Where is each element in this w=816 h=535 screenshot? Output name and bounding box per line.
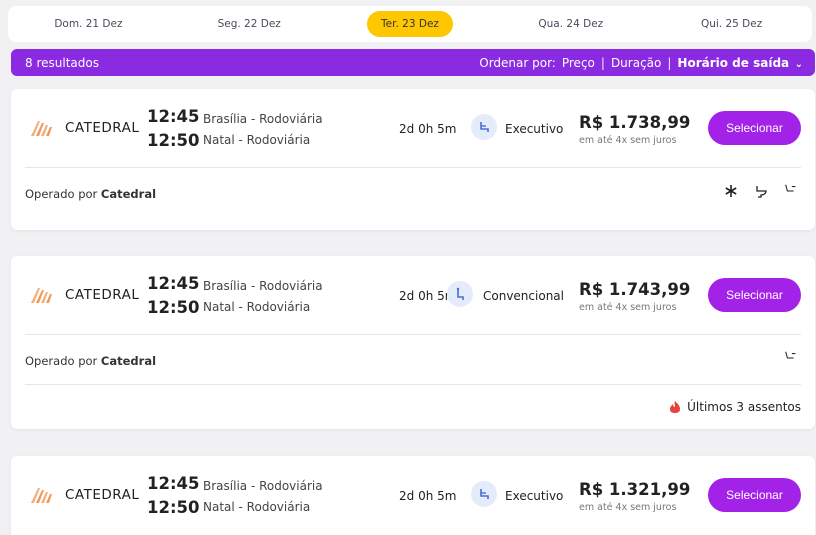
results-bar: 8 resultados Ordenar por: Preço | Duraçã… (11, 49, 815, 76)
trip-times: 12:45 12:50 (147, 472, 200, 520)
operated-prefix: Operado por (25, 354, 98, 368)
operator-name: Catedral (100, 187, 157, 201)
operated-prefix: Operado por (25, 187, 98, 201)
trip-card: CATEDRAL 12:45 12:50 Brasília - Rodoviár… (11, 89, 815, 230)
amenities (723, 183, 799, 199)
divider (25, 384, 801, 385)
date-tab-thu[interactable]: Qui. 25 Dez (651, 6, 812, 42)
origin-station: Brasília - Rodoviária (203, 112, 323, 126)
price-block: R$ 1.738,99 em até 4x sem juros (579, 113, 690, 146)
date-selector: Dom. 21 Dez Seg. 22 Dez Ter. 23 Dez Qua.… (8, 6, 812, 42)
installments-text: em até 4x sem juros (579, 502, 677, 513)
chevron-down-icon: ⌄ (791, 58, 803, 70)
date-tab-mon[interactable]: Seg. 22 Dez (169, 6, 330, 42)
sort-separator: | (600, 55, 605, 70)
sort-options: Ordenar por: Preço | Duração | Horário d… (479, 56, 803, 70)
trip-times: 12:45 12:50 (147, 272, 200, 320)
date-tab-label: Dom. 21 Dez (54, 18, 123, 30)
select-button[interactable]: Selecionar (708, 278, 801, 312)
trip-stations: Brasília - Rodoviária Natal - Rodoviária (203, 109, 323, 151)
arrival-time: 12:50 (147, 498, 200, 517)
last-seats-alert: Últimos 3 assentos (669, 400, 801, 414)
price-block: R$ 1.743,99 em até 4x sem juros (579, 280, 690, 313)
seat-class: Convencional (483, 289, 564, 303)
operated-by: Operado por Catedral (25, 187, 156, 201)
catedral-logo-icon (31, 121, 52, 136)
operator-name: Catedral (100, 354, 157, 368)
company-name: CATEDRAL (65, 287, 140, 303)
date-tab-label: Qui. 25 Dez (700, 18, 763, 30)
departure-time: 12:45 (147, 274, 200, 293)
arrival-time: 12:50 (147, 131, 200, 150)
departure-time: 12:45 (147, 474, 200, 493)
sort-departure-label: Horário de saída (677, 55, 790, 70)
company-logo: CATEDRAL (29, 286, 139, 304)
snowflake-icon (723, 183, 739, 199)
sort-price-link[interactable]: Preço (562, 56, 595, 70)
seat-recline-icon (783, 350, 799, 366)
operated-by: Operado por Catedral (25, 354, 156, 368)
origin-station: Brasília - Rodoviária (203, 479, 323, 493)
seat-icon (471, 114, 497, 140)
trip-duration: 2d 0h 5m (399, 122, 457, 136)
sort-prefix: Ordenar por: (479, 55, 556, 70)
date-tab-label: Qua. 24 Dez (538, 18, 604, 30)
installments-text: em até 4x sem juros (579, 135, 677, 146)
price-value: R$ 1.743,99 (579, 280, 691, 299)
price-block: R$ 1.321,99 em até 4x sem juros (579, 480, 690, 513)
destination-station: Natal - Rodoviária (203, 500, 311, 514)
trip-times: 12:45 12:50 (147, 105, 200, 153)
seat-class: Executivo (505, 489, 564, 503)
origin-station: Brasília - Rodoviária (203, 279, 323, 293)
trip-card: CATEDRAL 12:45 12:50 Brasília - Rodoviár… (11, 256, 815, 429)
date-tab-label: Seg. 22 Dez (217, 18, 281, 30)
installments-text: em até 4x sem juros (579, 302, 677, 313)
divider (25, 334, 801, 335)
date-tab-tue[interactable]: Ter. 23 Dez (330, 6, 491, 42)
arrival-time: 12:50 (147, 298, 200, 317)
trip-duration: 2d 0h 5m (399, 489, 457, 503)
divider (25, 167, 801, 168)
date-tab-wed[interactable]: Qua. 24 Dez (490, 6, 651, 42)
results-count: 8 resultados (25, 55, 99, 70)
company-logo: CATEDRAL (29, 486, 139, 504)
select-button[interactable]: Selecionar (708, 478, 801, 512)
departure-time: 12:45 (147, 107, 200, 126)
trip-card: CATEDRAL 12:45 12:50 Brasília - Rodoviár… (11, 456, 815, 535)
destination-station: Natal - Rodoviária (203, 133, 311, 147)
seat-recline-icon (783, 183, 799, 199)
amenities (783, 350, 799, 366)
date-tab-label: Ter. 23 Dez (367, 11, 453, 37)
price-value: R$ 1.738,99 (579, 113, 691, 132)
price-value: R$ 1.321,99 (579, 480, 691, 499)
company-name: CATEDRAL (65, 487, 140, 503)
last-seats-text: Últimos 3 assentos (687, 400, 801, 414)
seat-icon (447, 281, 473, 307)
date-tab-sun[interactable]: Dom. 21 Dez (8, 6, 169, 42)
fire-icon (670, 401, 681, 413)
catedral-logo-icon (31, 488, 52, 503)
sort-departure-link[interactable]: Horário de saída ⌄ (677, 56, 803, 70)
sort-separator: | (667, 55, 672, 70)
catedral-logo-icon (31, 288, 52, 303)
destination-station: Natal - Rodoviária (203, 300, 311, 314)
select-button[interactable]: Selecionar (708, 111, 801, 145)
seat-class: Executivo (505, 122, 564, 136)
sort-duration-link[interactable]: Duração (611, 56, 661, 70)
seat-icon (471, 481, 497, 507)
toilet-icon (753, 183, 769, 199)
company-logo: CATEDRAL (29, 119, 139, 137)
trip-stations: Brasília - Rodoviária Natal - Rodoviária (203, 476, 323, 518)
trip-stations: Brasília - Rodoviária Natal - Rodoviária (203, 276, 323, 318)
company-name: CATEDRAL (65, 120, 140, 136)
